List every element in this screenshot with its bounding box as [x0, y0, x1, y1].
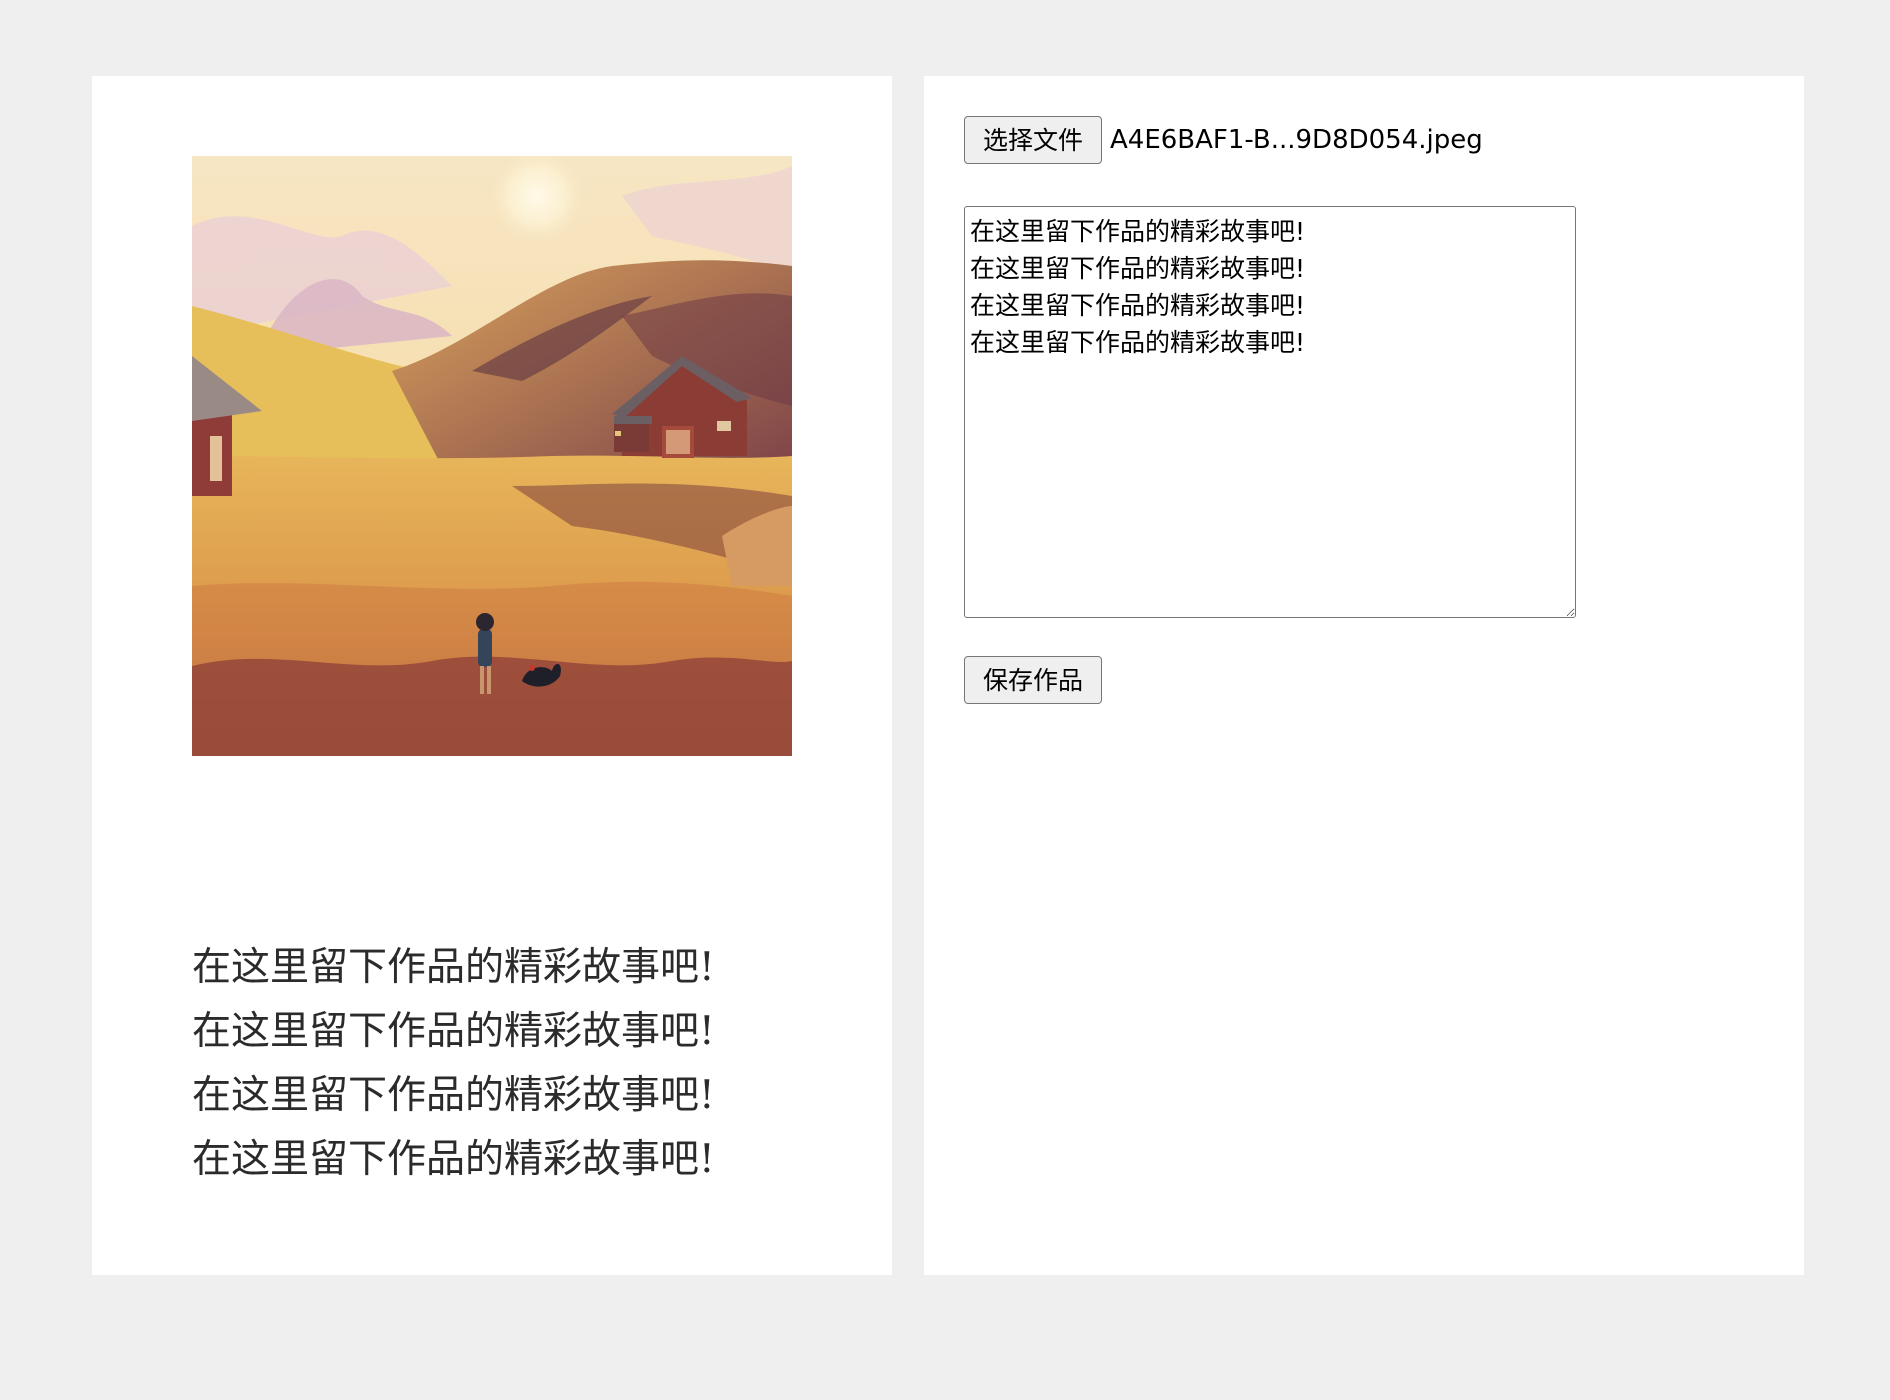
selected-file-name: A4E6BAF1-B...9D8D054.jpeg	[1110, 125, 1483, 155]
story-line: 在这里留下作品的精彩故事吧!	[192, 945, 715, 990]
save-button[interactable]: 保存作品	[964, 656, 1102, 704]
preview-panel: 在这里留下作品的精彩故事吧! 在这里留下作品的精彩故事吧! 在这里留下作品的精彩…	[92, 76, 892, 1275]
story-line: 在这里留下作品的精彩故事吧!	[192, 1073, 715, 1118]
choose-file-button[interactable]: 选择文件	[964, 116, 1102, 164]
artwork-image	[192, 156, 792, 756]
story-line: 在这里留下作品的精彩故事吧!	[192, 1009, 715, 1054]
story-line: 在这里留下作品的精彩故事吧!	[192, 1137, 715, 1182]
editor-panel: 选择文件 A4E6BAF1-B...9D8D054.jpeg 在这里留下作品的精…	[924, 76, 1804, 1275]
story-textarea[interactable]: 在这里留下作品的精彩故事吧! 在这里留下作品的精彩故事吧! 在这里留下作品的精彩…	[964, 206, 1576, 618]
story-text: 在这里留下作品的精彩故事吧! 在这里留下作品的精彩故事吧! 在这里留下作品的精彩…	[192, 936, 832, 1192]
